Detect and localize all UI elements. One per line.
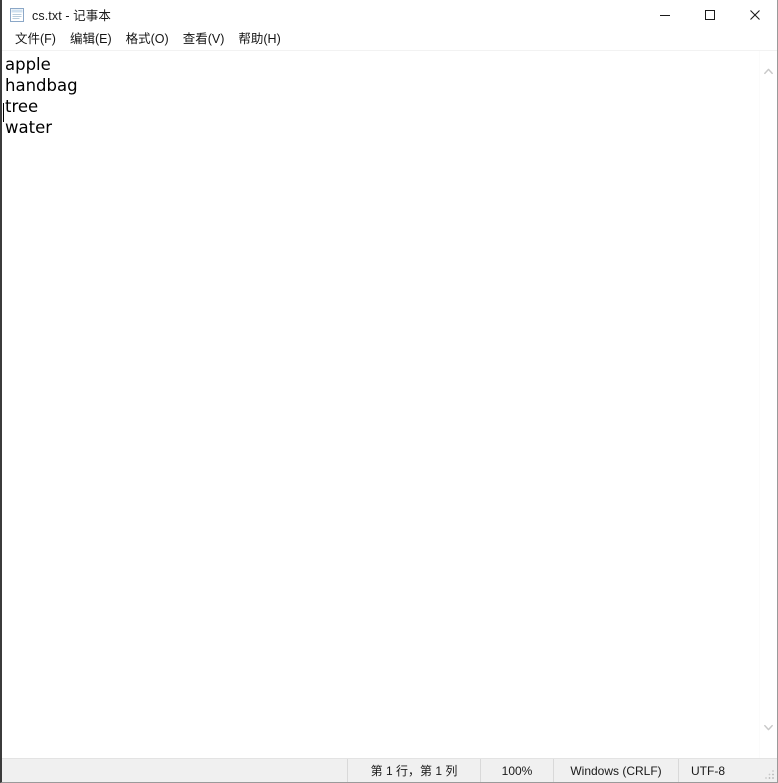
- text-line: handbag: [5, 76, 78, 95]
- notepad-document-icon: [9, 7, 25, 23]
- chevron-down-icon: [764, 724, 773, 731]
- menu-format[interactable]: 格式(O): [119, 30, 176, 49]
- chevron-up-icon: [764, 68, 773, 75]
- menu-edit[interactable]: 编辑(E): [63, 30, 119, 49]
- close-button[interactable]: [732, 0, 777, 29]
- menu-help[interactable]: 帮助(H): [231, 30, 287, 49]
- maximize-button[interactable]: [687, 0, 732, 29]
- minimize-icon: [659, 14, 670, 16]
- minimize-button[interactable]: [642, 0, 687, 29]
- menu-bar: 文件(F) 编辑(E) 格式(O) 查看(V) 帮助(H): [2, 29, 777, 50]
- maximize-icon: [704, 9, 715, 20]
- menu-view[interactable]: 查看(V): [176, 30, 232, 49]
- vertical-scrollbar[interactable]: [759, 51, 777, 758]
- scroll-up-button[interactable]: [760, 63, 777, 80]
- close-icon: [749, 9, 760, 20]
- menu-file[interactable]: 文件(F): [8, 30, 63, 49]
- status-spacer: [2, 759, 347, 782]
- status-zoom-level[interactable]: 100%: [480, 759, 553, 782]
- title-bar[interactable]: cs.txt - 记事本: [2, 0, 777, 29]
- text-editor[interactable]: apple handbag tree water: [2, 51, 759, 758]
- status-cursor-position[interactable]: 第 1 行，第 1 列: [347, 759, 480, 782]
- window-controls: [642, 0, 777, 29]
- scroll-down-button[interactable]: [760, 719, 777, 736]
- text-line: tree: [5, 97, 39, 116]
- scrollbar-track[interactable]: [760, 80, 777, 719]
- text-caret: [3, 103, 4, 122]
- editor-area: apple handbag tree water: [2, 50, 777, 758]
- status-line-ending[interactable]: Windows (CRLF): [553, 759, 678, 782]
- notepad-window: cs.txt - 记事本 文件(F) 编辑(E) 格式(O) 查看(V) 帮助(…: [0, 0, 778, 783]
- window-title: cs.txt - 记事本: [32, 9, 111, 23]
- text-line: water: [5, 118, 53, 137]
- text-line: apple: [5, 55, 51, 74]
- status-bar: 第 1 行，第 1 列 100% Windows (CRLF) UTF-8: [2, 758, 777, 782]
- status-encoding[interactable]: UTF-8: [678, 759, 777, 782]
